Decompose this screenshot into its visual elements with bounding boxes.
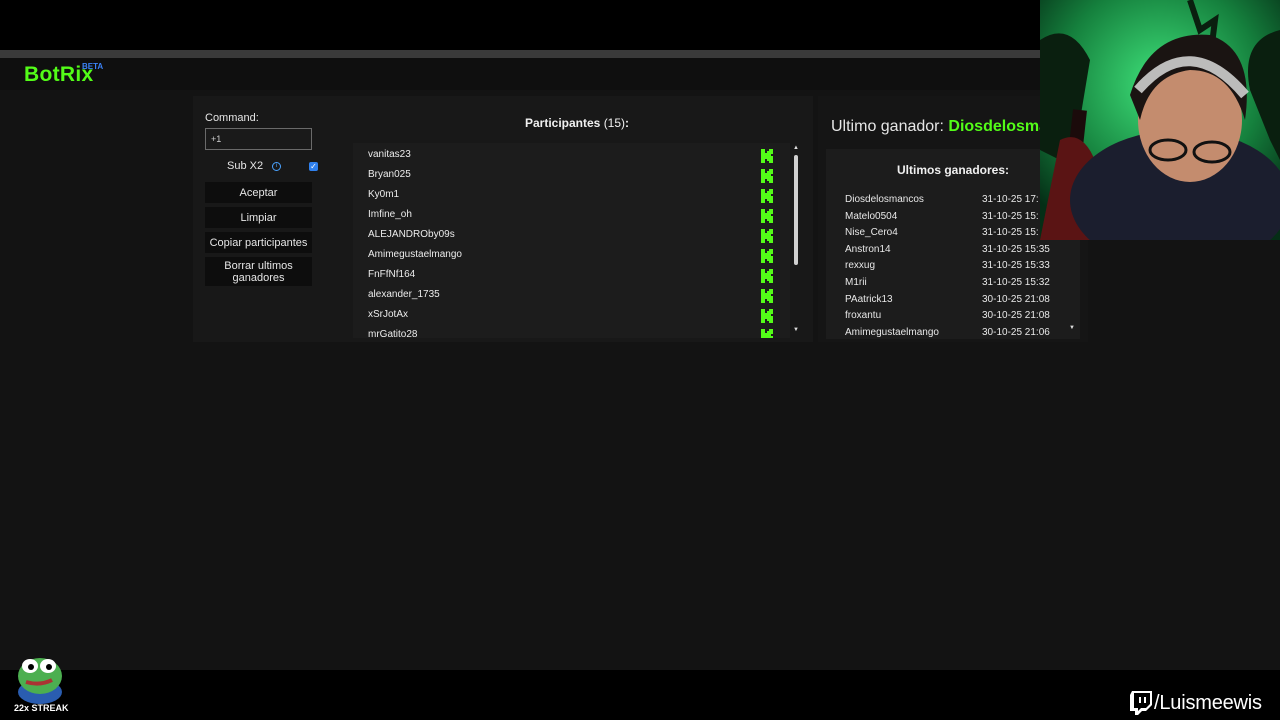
winner-row: M1rii 31-10-25 15:32 <box>826 275 1080 291</box>
twitch-icon <box>1130 691 1152 715</box>
participants-count: (15) <box>603 116 626 130</box>
winner-date: 30-10-25 21:06 <box>982 326 1050 338</box>
participant-row[interactable]: ALEJANDROby09s <box>353 225 790 245</box>
participant-name: xSrJotAx <box>368 309 409 320</box>
winner-date: 31-10-25 15:32 <box>982 277 1050 288</box>
info-icon[interactable]: i <box>272 162 281 171</box>
kick-logo-icon <box>761 289 774 303</box>
participant-name: Ky0m1 <box>368 189 400 200</box>
webcam-overlay <box>1040 0 1280 240</box>
letterbox-bottom <box>0 670 1280 720</box>
kick-logo-icon <box>761 169 774 183</box>
kick-logo-icon <box>761 269 774 283</box>
participant-name: Bryan025 <box>368 169 411 180</box>
channel-name: /Luismeewis <box>1154 691 1262 714</box>
participant-row[interactable]: alexander_1735 <box>353 285 790 305</box>
command-label: Command: <box>205 112 259 124</box>
winner-name: froxantu <box>845 310 882 322</box>
participant-name: mrGatito28 <box>368 329 418 338</box>
winner-row: rexxug 31-10-25 15:33 <box>826 258 1080 274</box>
kick-logo-icon <box>761 249 774 263</box>
kick-logo-icon <box>761 309 774 323</box>
winner-name: rexxug <box>845 260 876 272</box>
winner-name: Matelo0504 <box>845 210 898 222</box>
winner-name: Amimegustaelmango <box>845 326 939 338</box>
sub-x2-label: Sub X2 <box>227 160 264 172</box>
delete-last-winners-button[interactable]: Borrar ultimos ganadores <box>205 257 312 286</box>
winner-row: PAatrick13 30-10-25 21:08 <box>826 292 1080 308</box>
scroll-thumb[interactable] <box>794 155 798 265</box>
participant-row[interactable]: Ky0m1 <box>353 185 790 205</box>
winner-date: 31-10-25 15:33 <box>982 260 1050 272</box>
participant-name: ALEJANDROby09s <box>368 229 455 240</box>
last-winner: Ultimo ganador: Diosdelosma <box>831 118 1048 136</box>
winner-row: Amimegustaelmango 30-10-25 21:06 <box>826 325 1080 339</box>
participants-title-colon: : <box>625 116 630 130</box>
sub-x2-row[interactable]: Sub X2 i ✓ <box>205 158 321 176</box>
participant-name: vanitas23 <box>368 149 411 160</box>
participant-row[interactable]: Bryan025 <box>353 165 790 185</box>
participant-row[interactable]: FnFfNf164 <box>353 265 790 285</box>
beta-badge: BETA <box>82 62 104 71</box>
participant-name: Amimegustaelmango <box>368 249 462 260</box>
winner-date: 31-10-25 17: <box>982 194 1039 205</box>
scroll-up-icon[interactable]: ▲ <box>793 145 799 151</box>
channel-tag: /Luismeewis <box>1130 690 1262 716</box>
participant-name: FnFfNf164 <box>368 269 416 280</box>
participant-name: alexander_1735 <box>368 289 440 300</box>
pepe-emote-icon <box>18 658 62 704</box>
winner-date: 31-10-25 15: <box>982 210 1039 222</box>
participants-list[interactable]: vanitas23 Bryan025 Ky0m1 Imfine_oh ALEJANDRO… <box>353 143 790 338</box>
winner-row: Anstron14 31-10-25 15:35 <box>826 242 1080 258</box>
winner-date: 31-10-25 15: <box>982 227 1039 239</box>
clear-button[interactable]: Limpiar <box>205 207 312 228</box>
winner-date: 30-10-25 21:08 <box>982 293 1050 305</box>
winner-name: Nise_Cero4 <box>845 227 898 239</box>
participants-scrollbar[interactable]: ▲ ▼ <box>791 143 801 338</box>
winner-name: Anstron14 <box>845 243 891 255</box>
participant-row[interactable]: Imfine_oh <box>353 205 790 225</box>
participant-row[interactable]: mrGatito28 <box>353 325 790 338</box>
winner-row: froxantu 30-10-25 21:08 <box>826 308 1080 324</box>
kick-logo-icon <box>761 149 774 163</box>
last-winner-label: Ultimo ganador: <box>831 118 944 135</box>
accept-button[interactable]: Aceptar <box>205 182 312 203</box>
winners-scroll-down-icon[interactable]: ▼ <box>1069 325 1075 331</box>
scroll-down-icon[interactable]: ▼ <box>793 327 799 333</box>
participant-row[interactable]: vanitas23 <box>353 145 790 165</box>
sub-x2-checkbox[interactable]: ✓ <box>309 162 318 171</box>
kick-logo-icon <box>761 229 774 243</box>
webcam-image <box>1040 0 1280 240</box>
winner-name: Diosdelosmancos <box>845 194 924 205</box>
kick-logo-icon <box>761 189 774 203</box>
participants-title: Participantes (15): <box>352 116 802 130</box>
participant-row[interactable]: xSrJotAx <box>353 305 790 325</box>
kick-logo-icon <box>761 209 774 223</box>
kick-logo-icon <box>761 329 774 338</box>
winner-date: 31-10-25 15:35 <box>982 243 1050 255</box>
participant-name: Imfine_oh <box>368 209 412 220</box>
participant-row[interactable]: Amimegustaelmango <box>353 245 790 265</box>
last-winner-name: Diosdelosma <box>948 118 1048 135</box>
participants-title-text: Participantes <box>524 116 601 130</box>
copy-participants-button[interactable]: Copiar participantes <box>205 232 312 253</box>
streak-label: 22x STREAK <box>14 703 69 713</box>
winner-date: 30-10-25 21:08 <box>982 310 1050 322</box>
winner-name: PAatrick13 <box>845 293 893 305</box>
command-input[interactable] <box>205 128 312 150</box>
winner-name: M1rii <box>845 277 867 288</box>
